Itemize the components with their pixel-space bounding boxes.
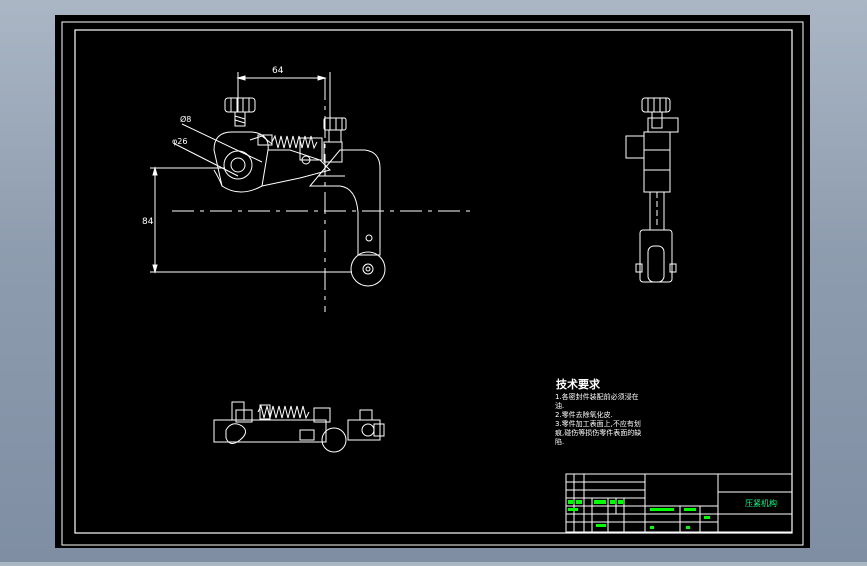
drawing-sheet (55, 15, 810, 548)
dim-64-text: 64 (272, 66, 284, 76)
dim-dia26-text: φ26 (172, 137, 187, 146)
tech-req-line1: 1.各密封件装配前必须浸在 (555, 392, 639, 401)
dim-dia8-text: Ø8 (180, 114, 191, 124)
tech-req-heading: 技术要求 (556, 377, 601, 391)
drawing-name: 压紧机构 (745, 498, 777, 508)
tech-req-line4: 3.零件加工表面上,不应有划 (555, 419, 641, 428)
tech-req-line3: 2.零件去除氧化皮. (555, 410, 613, 419)
tech-req-line6: 陷. (555, 437, 564, 446)
tech-req-line5: 痕,碰伤等损伤零件表面的缺 (555, 428, 641, 437)
drawing-canvas: 64 Ø8 φ26 84 技术要求 1.各密封件装配前必须浸在 油. 2.零件去… (55, 15, 810, 548)
cad-drawing-window: 64 Ø8 φ26 84 技术要求 1.各密封件装配前必须浸在 油. 2.零件去… (0, 0, 867, 562)
tech-req-line2: 油. (555, 401, 564, 410)
dim-84-text: 84 (142, 217, 154, 227)
